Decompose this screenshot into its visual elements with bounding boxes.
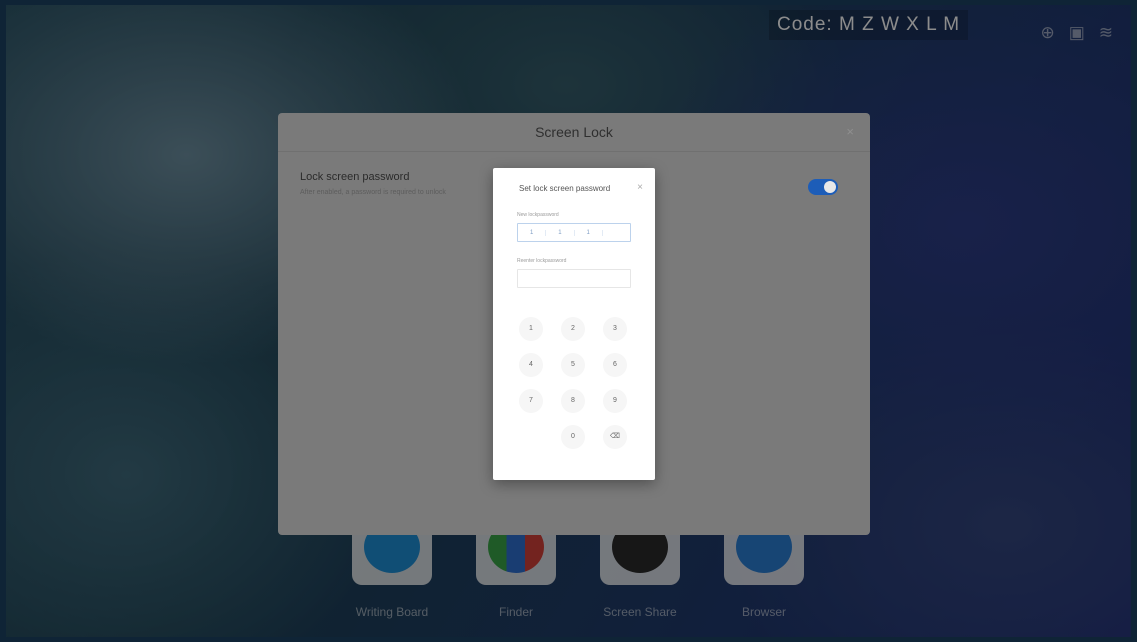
key-0[interactable]: 0	[561, 425, 585, 449]
password-digit: 1	[575, 229, 603, 236]
key-3[interactable]: 3	[603, 317, 627, 341]
confirm-password-label: Reenter lockpassword	[517, 258, 567, 264]
lock-password-toggle[interactable]	[808, 179, 838, 195]
new-password-label: New lockpassword	[517, 212, 559, 218]
new-password-input[interactable]: 1 1 1	[517, 223, 631, 242]
key-4[interactable]: 4	[519, 353, 543, 377]
screen-lock-title: Screen Lock	[535, 124, 613, 140]
key-7[interactable]: 7	[519, 389, 543, 413]
set-password-dialog: Set lock screen password × New lockpassw…	[493, 168, 655, 480]
key-9[interactable]: 9	[603, 389, 627, 413]
password-digit: 1	[518, 229, 547, 236]
key-5[interactable]: 5	[561, 353, 585, 377]
dialog-title: Set lock screen password	[519, 184, 611, 193]
close-icon[interactable]: ×	[637, 182, 643, 193]
backspace-key[interactable]: ⌫	[603, 425, 627, 449]
key-2[interactable]: 2	[561, 317, 585, 341]
close-icon[interactable]: ×	[846, 113, 854, 151]
key-6[interactable]: 6	[603, 353, 627, 377]
password-digit: 1	[546, 229, 575, 236]
key-1[interactable]: 1	[519, 317, 543, 341]
toggle-knob	[824, 181, 836, 193]
screen-lock-header: Screen Lock ×	[278, 113, 870, 152]
confirm-password-input[interactable]	[517, 269, 631, 288]
key-8[interactable]: 8	[561, 389, 585, 413]
